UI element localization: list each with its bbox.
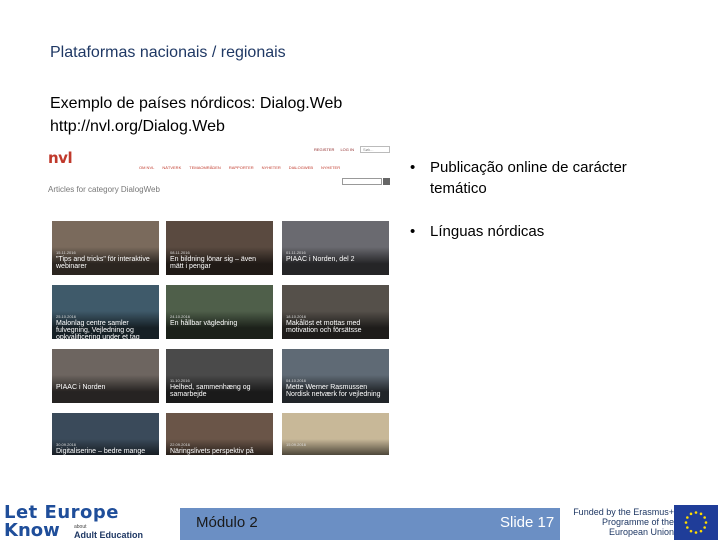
eu-star xyxy=(694,511,698,514)
card-date: 18.10.2016 xyxy=(286,314,307,319)
card-date: 01.11.2016 xyxy=(286,250,306,255)
slide-number: Slide 17 xyxy=(500,514,555,531)
eu-star xyxy=(699,529,703,533)
menu-item: Om NVL xyxy=(139,165,155,170)
topbar-links: REGISTER LOG IN xyxy=(314,147,354,152)
article-card: 24.10.2016 En hållbar vägledning xyxy=(166,285,273,339)
menu-item: Nätverk xyxy=(162,165,182,170)
card-title: PIAAC i Norden, del 2 xyxy=(286,256,355,263)
eu-star xyxy=(703,526,706,529)
eu-flag-background xyxy=(674,505,718,540)
card-title: Digitaliserine – bedre mange xyxy=(56,448,146,455)
article-card: 22.09.2016 Näringslivets perspektiv på xyxy=(166,413,273,455)
eu-star xyxy=(703,516,706,519)
menu-item: Rapporter xyxy=(228,165,254,170)
bullet-text: Publicação online de carácter temático xyxy=(430,159,627,197)
eu-star xyxy=(694,531,698,534)
eu-flag-icon xyxy=(674,505,718,540)
card-date: 25.10.2016 xyxy=(56,314,77,319)
card-title: Helhed, sammenhæng og samarbejde xyxy=(170,384,251,398)
article-card: 01.11.2016 PIAAC i Norden, del 2 xyxy=(282,221,389,275)
eu-funding-text: Funded by the Erasmus+ Programme of the … xyxy=(573,507,674,537)
menu-item: Nyheter xyxy=(321,165,341,170)
card-title: Näringslivets perspektiv på xyxy=(170,448,254,455)
card-date: 11.10.2016 xyxy=(170,378,190,383)
website-search-box xyxy=(342,178,382,185)
website-menu: Om NVL Nätverk Temaområden Rapporter Nyh… xyxy=(139,165,340,170)
logo-line2: Know xyxy=(4,520,60,540)
card-title: "Tips and tricks" för interaktive webina… xyxy=(56,256,150,270)
bullet-symbol: • xyxy=(410,223,416,240)
topbar-link: REGISTER xyxy=(314,147,335,152)
card-date: 15.11.2016 xyxy=(56,250,76,255)
menu-item: Dialogweb xyxy=(288,165,313,170)
eu-star xyxy=(689,529,693,533)
logo-adult-education: Adult Education xyxy=(74,530,143,540)
eu-star xyxy=(684,521,688,524)
bullet-text: Línguas nórdicas xyxy=(430,223,545,240)
bullet-symbol: • xyxy=(410,159,416,176)
article-card: 25.10.2016 Malonlag centre samler fulvegn… xyxy=(52,285,159,339)
slide-subtitle: Exemplo de países nórdicos: Dialog.Web xyxy=(50,95,343,112)
menu-item: Temaområden xyxy=(189,165,221,170)
article-card: 04.10.2016 Mette Werner Rasmussen Nordisk… xyxy=(282,349,389,403)
card-title: En bildning lönar sig – även mätt i peng… xyxy=(170,256,257,270)
card-date: 15.09.2016 xyxy=(286,442,307,447)
eu-star xyxy=(686,526,689,529)
slide-url: http://nvl.org/Dialog.Web xyxy=(50,118,225,135)
website-screenshot: nvl REGISTER LOG IN Søk... Om NVL Nätver… xyxy=(44,143,394,455)
card-date: 22.09.2016 xyxy=(170,442,191,447)
eu-star xyxy=(689,512,693,516)
eu-star xyxy=(704,521,708,524)
article-card: 30.09.2016 Digitaliserine – bedre mange xyxy=(52,413,159,455)
slide-title: Plataformas nacionais / regionais xyxy=(50,44,286,61)
article-card: 11.10.2016 Helhed, sammenhæng og samarbej… xyxy=(166,349,273,403)
card-date: 08.11.2016 xyxy=(170,250,190,255)
topbar-search-input: Søk... xyxy=(360,146,390,153)
eu-star xyxy=(686,516,689,519)
menu-item: Nyheter xyxy=(261,165,281,170)
article-card: 15.09.2016 xyxy=(282,413,389,455)
card-title: Makålöst et mottas med motivation och fö… xyxy=(286,320,362,334)
card-date: 24.10.2016 xyxy=(170,314,191,319)
card-title: En hållbar vägledning xyxy=(170,320,238,327)
card-title: Mette Werner Rasmussen Nordisk netværk f… xyxy=(286,384,381,398)
article-card: PIAAC i Norden xyxy=(52,349,159,403)
card-title: PIAAC i Norden xyxy=(56,384,106,391)
article-card: 18.10.2016 Makålöst et mottas med motivat… xyxy=(282,285,389,339)
card-date: 04.10.2016 xyxy=(286,378,307,383)
article-card: 15.11.2016 "Tips and tricks" för interakt… xyxy=(52,221,159,275)
nvl-logo: nvl xyxy=(48,149,73,167)
card-date: 30.09.2016 xyxy=(56,442,77,447)
footer-module: Módulo 2 xyxy=(196,514,258,531)
card-title: Malonlag centre samler fulvegning, Vejle… xyxy=(56,320,140,339)
website-search-button xyxy=(383,178,390,185)
eu-star xyxy=(699,512,703,516)
category-title: Articles for category DialogWeb xyxy=(48,185,160,194)
article-card: 08.11.2016 En bildning lönar sig – även m… xyxy=(166,221,273,275)
topbar-link: LOG IN xyxy=(340,147,355,152)
